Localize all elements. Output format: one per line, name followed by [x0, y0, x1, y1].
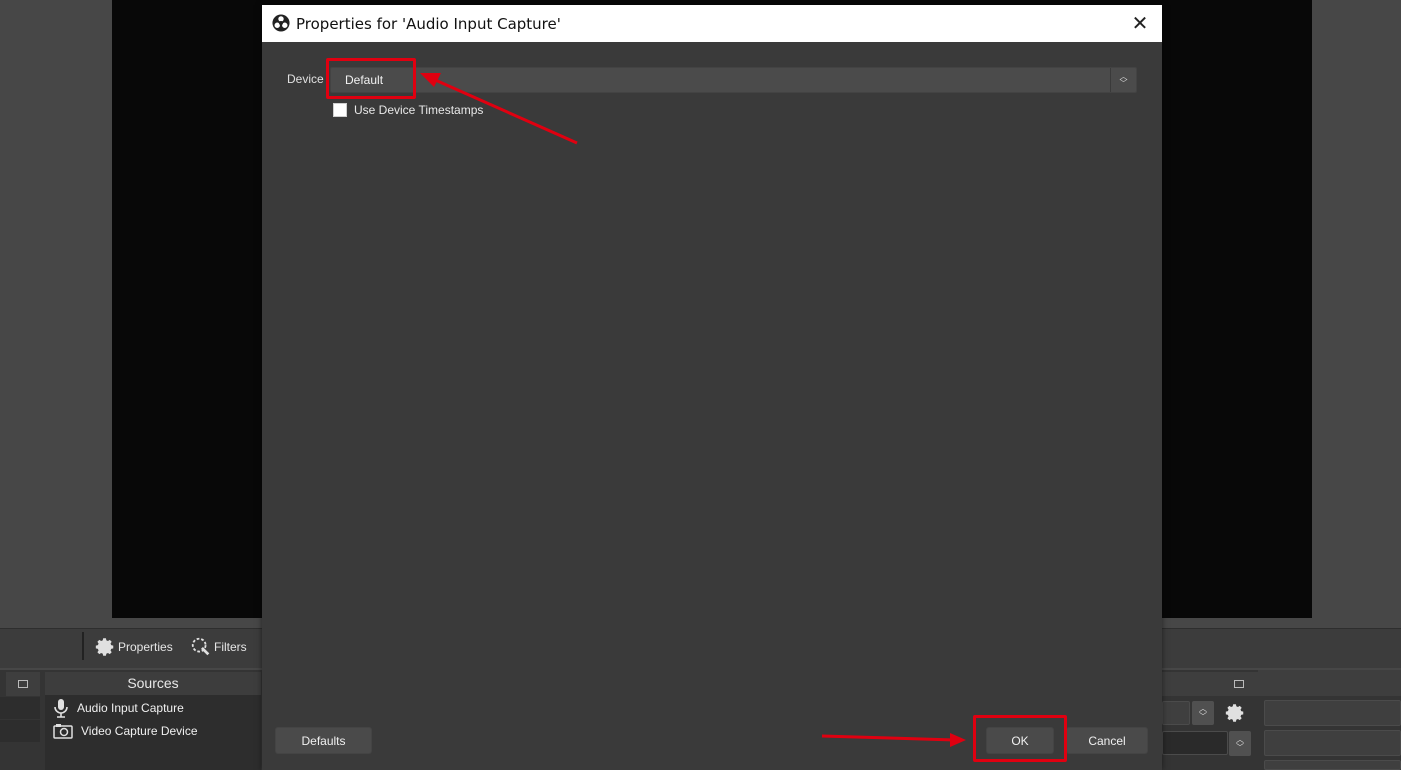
cancel-button[interactable]: Cancel: [1066, 727, 1148, 754]
start-recording-button[interactable]: [1264, 730, 1401, 756]
device-timestamps-label[interactable]: Use Device Timestamps: [354, 103, 483, 117]
toolbar-separator: [82, 632, 84, 660]
transition-spin-button[interactable]: ︿ ﹀: [1192, 701, 1214, 725]
dialog-title: Properties for 'Audio Input Capture': [296, 15, 561, 33]
gear-icon: [95, 638, 114, 656]
float-icon: [18, 680, 28, 688]
transition-duration-field[interactable]: [1162, 701, 1190, 725]
start-streaming-button[interactable]: [1264, 700, 1401, 726]
dialog-titlebar: Properties for 'Audio Input Capture' ✕: [262, 5, 1162, 42]
duration-input[interactable]: [1162, 731, 1228, 755]
scene-list-item[interactable]: [0, 720, 40, 742]
defaults-button[interactable]: Defaults: [275, 727, 372, 754]
obs-window: Properties Filters Sources Audio Input C…: [0, 0, 1401, 770]
device-value: Default: [345, 73, 384, 87]
source-label: Audio Input Capture: [77, 700, 184, 715]
scenes-float-button[interactable]: [6, 672, 40, 696]
device-label: Device: [287, 72, 324, 86]
filters-button[interactable]: Filters: [190, 636, 247, 658]
camera-icon: [53, 723, 73, 739]
chevron-down-icon: ﹀: [1199, 712, 1207, 721]
close-icon: ✕: [1131, 13, 1149, 35]
chevron-down-icon: ﹀: [1236, 742, 1244, 752]
device-dropdown[interactable]: Default ︿ ﹀: [330, 67, 1137, 93]
scene-list-item[interactable]: [0, 697, 40, 719]
filter-icon: [191, 637, 210, 656]
ok-button[interactable]: OK: [986, 727, 1054, 754]
studio-mode-button[interactable]: [1264, 760, 1401, 770]
source-item-video-capture-device[interactable]: Video Capture Device: [45, 719, 261, 742]
gear-icon: [1225, 704, 1244, 722]
close-button[interactable]: ✕: [1118, 5, 1162, 42]
sources-title: Sources: [45, 672, 261, 695]
dropdown-arrow-icon: ︿ ﹀: [1110, 68, 1136, 92]
properties-label: Properties: [118, 640, 173, 654]
source-item-audio-input-capture[interactable]: Audio Input Capture: [45, 696, 261, 719]
controls-dock-header: [1258, 670, 1401, 696]
duration-spin-button[interactable]: ︿ ﹀: [1229, 731, 1251, 756]
transition-settings-button[interactable]: [1224, 702, 1246, 724]
properties-dialog: Properties for 'Audio Input Capture' ✕ D…: [262, 5, 1162, 770]
microphone-icon: [54, 698, 68, 718]
filters-label: Filters: [214, 640, 247, 654]
mixer-float-button[interactable]: [1222, 672, 1256, 696]
float-icon: [1234, 680, 1244, 688]
obs-logo-icon: [272, 14, 290, 32]
device-timestamps-checkbox[interactable]: [333, 103, 347, 117]
properties-button[interactable]: Properties: [94, 636, 173, 658]
source-label: Video Capture Device: [81, 723, 198, 738]
